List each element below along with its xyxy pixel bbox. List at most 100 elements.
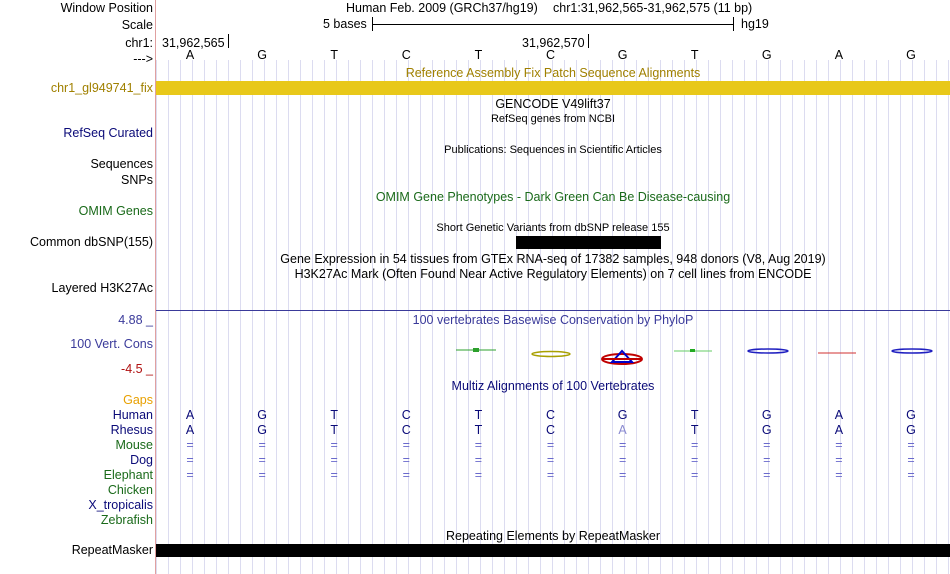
alignment-base: = xyxy=(835,438,843,452)
alignment-base: C xyxy=(545,408,556,422)
alignment-base: = xyxy=(402,438,410,452)
alignment-base: = xyxy=(186,468,194,482)
sequences-label[interactable]: Sequences xyxy=(90,157,153,171)
conservation-glyphs xyxy=(456,348,933,365)
alignment-base: = xyxy=(618,438,627,452)
repeat-title: Repeating Elements by RepeatMasker xyxy=(445,529,660,543)
cons-max-line xyxy=(156,310,950,311)
multiz-title: Multiz Alignments of 100 Vertebrates xyxy=(451,379,655,393)
dbsnp-title: Short Genetic Variants from dbSNP releas… xyxy=(436,222,670,234)
alignment-base: C xyxy=(401,423,411,437)
alignment-base: T xyxy=(690,408,699,422)
alignment-base: T xyxy=(474,408,483,422)
base-letter: G xyxy=(761,48,772,62)
species-label[interactable]: Rhesus xyxy=(111,423,153,437)
strand-arrow[interactable]: ---> xyxy=(133,52,153,66)
alignment-base: = xyxy=(907,453,915,467)
alignment-base: A xyxy=(618,423,627,437)
scale-bar-right-tick xyxy=(733,17,734,31)
base-letter: G xyxy=(617,48,628,62)
species-label[interactable]: Mouse xyxy=(115,438,153,452)
alignment-base: = xyxy=(258,453,266,467)
alignment-base: = xyxy=(546,453,555,467)
omim-label[interactable]: OMIM Genes xyxy=(79,204,153,218)
snps-label[interactable]: SNPs xyxy=(121,173,153,187)
cons-label[interactable]: 100 Vert. Cons xyxy=(70,337,153,351)
cons-title: 100 vertebrates Basewise Conservation by… xyxy=(412,313,694,327)
alignment-base: = xyxy=(402,453,410,467)
db-text: hg19 xyxy=(741,17,769,31)
base-letter: T xyxy=(690,48,699,62)
alignment-base: A xyxy=(834,408,844,422)
alignment-base: G xyxy=(761,408,772,422)
alignment-base: = xyxy=(691,468,699,482)
base-letter: G xyxy=(257,48,267,62)
base-letter: T xyxy=(330,48,338,62)
species-label[interactable]: Elephant xyxy=(104,468,153,482)
species-label[interactable]: Gaps xyxy=(123,393,153,407)
repeat-label[interactable]: RepeatMasker xyxy=(72,543,153,557)
alignment-base: = xyxy=(474,438,483,452)
species-label[interactable]: Human xyxy=(113,408,153,422)
alignment-base: = xyxy=(546,468,555,482)
alignment-base: A xyxy=(185,408,195,422)
alignment-base: T xyxy=(330,408,338,422)
alignment-base: = xyxy=(691,453,699,467)
base-letter: A xyxy=(185,48,195,62)
position-text[interactable]: chr1:31,962,565-31,962,575 (11 bp) xyxy=(553,1,752,15)
scale-bar xyxy=(372,24,734,25)
scale-label: Scale xyxy=(121,18,153,32)
dbsnp-variant-bar[interactable] xyxy=(516,236,661,249)
species-label[interactable]: Zebrafish xyxy=(101,513,153,527)
base-letter: C xyxy=(401,48,411,62)
fix-patch-bar[interactable] xyxy=(156,81,950,95)
alignment-base: = xyxy=(330,438,338,452)
species-label[interactable]: Dog xyxy=(130,453,153,467)
gencode-title: GENCODE V49lift37 xyxy=(495,97,611,111)
base-letter: A xyxy=(834,48,844,62)
alignment-base: = xyxy=(691,438,699,452)
alignment-base: = xyxy=(835,453,843,467)
window-position-label: Window Position xyxy=(60,1,153,15)
alignment-base: = xyxy=(258,468,266,482)
fix-patch-label[interactable]: chr1_gl949741_fix xyxy=(51,81,153,95)
alignment-base: = xyxy=(330,453,338,467)
coord-1-tick xyxy=(228,34,229,48)
dbsnp-label[interactable]: Common dbSNP(155) xyxy=(30,235,153,249)
gtex-title: Gene Expression in 54 tissues from GTEx … xyxy=(280,252,826,266)
refseq-label[interactable]: RefSeq Curated xyxy=(63,126,153,140)
alignment-base: = xyxy=(474,453,483,467)
base-letter: T xyxy=(474,48,483,62)
alignment-base: = xyxy=(330,468,338,482)
alignment-base: = xyxy=(258,438,266,452)
alignment-base: = xyxy=(763,453,771,467)
alignment-base: C xyxy=(401,408,411,422)
assembly-text: Human Feb. 2009 (GRCh37/hg19) xyxy=(346,1,538,15)
base-letter: C xyxy=(545,48,556,62)
alignment-base: = xyxy=(907,468,915,482)
alignment-base: G xyxy=(617,408,628,422)
h3k27-label[interactable]: Layered H3K27Ac xyxy=(52,281,153,295)
alignment-base: G xyxy=(761,423,772,437)
species-label[interactable]: Chicken xyxy=(108,483,153,497)
alignment-base: G xyxy=(257,408,267,422)
omim-title: OMIM Gene Phenotypes - Dark Green Can Be… xyxy=(375,190,731,204)
alignment-base: C xyxy=(545,423,556,437)
alignment-base: = xyxy=(763,438,771,452)
repeat-bar[interactable] xyxy=(156,544,950,557)
alignment-base: T xyxy=(474,423,483,437)
alignment-base: = xyxy=(907,438,915,452)
cons-min: -4.5 _ xyxy=(121,362,153,376)
species-label[interactable]: X_tropicalis xyxy=(88,498,153,512)
fix-patch-title: Reference Assembly Fix Patch Sequence Al… xyxy=(405,66,701,80)
alignment-base: = xyxy=(763,468,771,482)
alignment-base: = xyxy=(402,468,410,482)
refseq-subtitle: RefSeq genes from NCBI xyxy=(490,113,616,125)
cons-max: 4.88 _ xyxy=(118,313,153,327)
coord-2-tick xyxy=(588,34,589,48)
alignment-base: = xyxy=(835,468,843,482)
alignment-base: T xyxy=(690,423,699,437)
h3k27-title: H3K27Ac Mark (Often Found Near Active Re… xyxy=(294,267,812,281)
alignment-base: = xyxy=(186,438,194,452)
alignment-base: = xyxy=(618,468,627,482)
